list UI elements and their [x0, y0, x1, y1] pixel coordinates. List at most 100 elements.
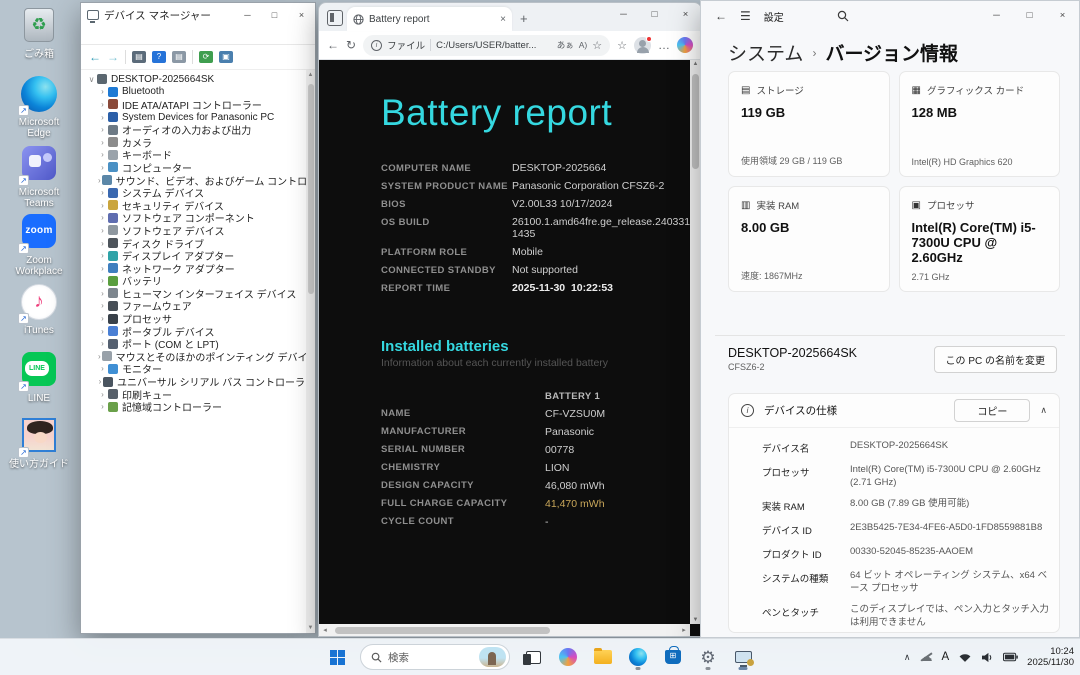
ime-indicator[interactable]: A: [941, 651, 949, 663]
expand-chevron-icon[interactable]: ›: [98, 188, 107, 197]
expand-chevron-icon[interactable]: ›: [98, 176, 101, 185]
close-button[interactable]: ×: [1046, 2, 1079, 30]
device-category-row[interactable]: › カメラ: [81, 136, 315, 150]
expand-chevron-icon[interactable]: ›: [98, 402, 107, 411]
favorites-hub-icon[interactable]: ☆: [617, 39, 627, 52]
tree-root-computer[interactable]: ∨ DESKTOP-2025664SK: [81, 73, 315, 86]
expand-chevron-icon[interactable]: ›: [98, 251, 107, 260]
read-aloud-icon[interactable]: A): [579, 40, 588, 50]
task-view-button[interactable]: [521, 644, 545, 670]
taskbar-search-box[interactable]: 検索: [360, 644, 510, 670]
expand-chevron-icon[interactable]: ›: [98, 314, 107, 323]
copy-button[interactable]: コピー: [954, 399, 1031, 422]
device-category-row[interactable]: › ファームウェア: [81, 300, 315, 313]
expand-chevron-icon[interactable]: ›: [98, 226, 107, 235]
device-category-row[interactable]: › ユニバーサル シリアル バス コントローラー: [81, 375, 315, 389]
help-icon[interactable]: ?: [152, 51, 166, 63]
expand-chevron-icon[interactable]: ›: [98, 113, 107, 122]
expand-chevron-icon[interactable]: ›: [98, 150, 107, 159]
forward-icon[interactable]: →: [107, 51, 119, 63]
chevron-up-icon[interactable]: ∧: [1040, 405, 1047, 416]
expand-chevron-icon[interactable]: ›: [98, 352, 101, 361]
browser-tab[interactable]: Battery report ×: [347, 7, 512, 31]
minimize-button[interactable]: ─: [234, 4, 261, 26]
battery-icon[interactable]: [1003, 652, 1018, 662]
device-category-row[interactable]: › ヒューマン インターフェイス デバイス: [81, 287, 315, 301]
search-icon[interactable]: [837, 10, 849, 22]
device-category-row[interactable]: › マウスとそのほかのポインティング デバイス: [81, 350, 315, 364]
desktop-icon-zoom[interactable]: zoom ↗ Zoom Workplace: [6, 214, 72, 277]
expand-chevron-icon[interactable]: ›: [98, 289, 107, 298]
volume-icon[interactable]: [981, 652, 994, 663]
expand-chevron-icon[interactable]: ›: [98, 239, 107, 248]
clock[interactable]: 10:24 2025/11/30: [1027, 646, 1074, 668]
address-bar[interactable]: i ファイル C:/Users/USER/batter... あぁ A) ☆: [363, 34, 611, 56]
expand-chevron-icon[interactable]: ›: [98, 264, 107, 273]
expand-chevron-icon[interactable]: ›: [98, 163, 107, 172]
hamburger-menu-icon[interactable]: ☰: [740, 9, 751, 23]
device-specifications-header[interactable]: i デバイスの仕様 コピー ∧: [729, 394, 1059, 428]
update-driver-icon[interactable]: ▣: [219, 51, 233, 63]
search-highlight-image[interactable]: [479, 647, 506, 667]
maximize-button[interactable]: □: [1013, 2, 1046, 30]
scrollbar-thumb[interactable]: [692, 74, 699, 169]
expand-chevron-icon[interactable]: ›: [98, 201, 107, 210]
copilot-icon[interactable]: [677, 37, 693, 53]
scrollbar-thumb[interactable]: [307, 84, 314, 294]
scan-hardware-icon[interactable]: ⟳: [199, 51, 213, 63]
expand-chevron-icon[interactable]: ›: [98, 276, 107, 285]
refresh-icon[interactable]: ↻: [346, 38, 356, 52]
expand-chevron-icon[interactable]: ›: [98, 125, 107, 134]
device-category-row[interactable]: › IDE ATA/ATAPI コントローラー: [81, 98, 315, 112]
device-manager-scrollbar[interactable]: ▲ ▼: [306, 70, 315, 633]
desktop-icon-guide[interactable]: ↗ 使い方ガイド: [6, 418, 72, 470]
file-explorer-button[interactable]: [591, 644, 615, 670]
device-category-row[interactable]: › キーボード: [81, 149, 315, 162]
tab-close-icon[interactable]: ×: [500, 14, 506, 25]
device-category-row[interactable]: › ネットワーク アダプター: [81, 262, 315, 276]
close-button[interactable]: ×: [288, 4, 315, 26]
tab-actions-icon[interactable]: [327, 10, 343, 26]
back-icon[interactable]: ←: [327, 38, 339, 52]
scroll-left-icon[interactable]: ◂: [319, 626, 331, 634]
expand-chevron-icon[interactable]: ›: [98, 100, 107, 109]
desktop-icon-teams[interactable]: ↗ Microsoft Teams: [6, 146, 72, 209]
more-menu-icon[interactable]: …: [658, 38, 670, 52]
expand-chevron-icon[interactable]: ›: [98, 87, 107, 96]
maximize-button[interactable]: □: [261, 4, 288, 26]
settings-button[interactable]: ⚙: [696, 644, 720, 670]
edge-button[interactable]: [626, 644, 650, 670]
device-manager-titlebar[interactable]: デバイス マネージャー ─ □ ×: [81, 3, 315, 27]
expand-chevron-icon[interactable]: ›: [98, 327, 107, 336]
expand-chevron-icon[interactable]: ›: [98, 339, 107, 348]
breadcrumb-parent[interactable]: システム: [728, 39, 803, 66]
desktop-icon-edge[interactable]: ↗ Microsoft Edge: [6, 76, 72, 139]
expand-chevron-icon[interactable]: ›: [98, 138, 107, 147]
maximize-button[interactable]: □: [639, 3, 670, 27]
device-manager-button[interactable]: [731, 644, 755, 670]
translate-icon[interactable]: あぁ: [557, 39, 574, 51]
scroll-down-icon[interactable]: ▼: [306, 625, 315, 631]
minimize-button[interactable]: ─: [608, 3, 639, 27]
expand-chevron-icon[interactable]: ›: [98, 301, 107, 310]
hidden-icons-chevron-icon[interactable]: ∧: [904, 652, 911, 663]
minimize-button[interactable]: ─: [980, 2, 1013, 30]
close-button[interactable]: ×: [670, 3, 701, 27]
device-category-row[interactable]: › 記憶域コントローラー: [81, 400, 315, 414]
back-icon[interactable]: ←: [89, 51, 101, 63]
device-category-row[interactable]: › オーディオの入力および出力: [81, 123, 315, 137]
scroll-up-icon[interactable]: ▲: [306, 72, 315, 78]
expand-chevron-icon[interactable]: ›: [98, 213, 107, 222]
profile-avatar[interactable]: [634, 35, 652, 54]
new-tab-button[interactable]: +: [520, 11, 528, 26]
expand-chevron-icon[interactable]: ›: [98, 377, 102, 386]
back-icon[interactable]: ←: [715, 9, 727, 23]
store-button[interactable]: [661, 644, 685, 670]
rename-pc-button[interactable]: この PC の名前を変更: [933, 346, 1057, 373]
expand-chevron-icon[interactable]: ›: [98, 390, 107, 399]
desktop-icon-line[interactable]: LINE ↗ LINE: [6, 352, 72, 404]
copilot-button[interactable]: [556, 644, 580, 670]
expand-chevron-icon[interactable]: ›: [98, 364, 107, 373]
page-info-icon[interactable]: i: [371, 39, 383, 51]
scroll-right-icon[interactable]: ▸: [678, 626, 690, 634]
